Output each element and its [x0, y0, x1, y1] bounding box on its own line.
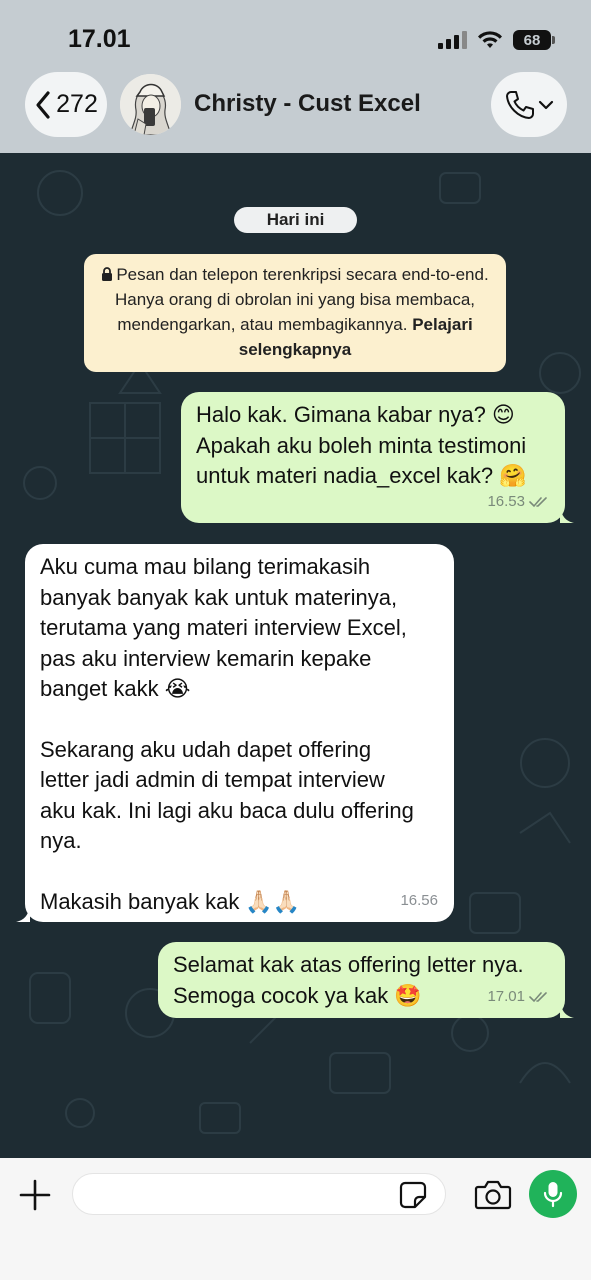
double-check-icon [529, 991, 547, 1002]
message-meta: 16.56 [400, 886, 438, 917]
cellular-signal-icon [438, 31, 467, 49]
date-divider: Hari ini [234, 207, 357, 233]
sticker-icon[interactable] [398, 1180, 428, 1210]
message-line [40, 705, 439, 735]
message-bubble-outgoing[interactable]: Halo kak. Gimana kabar nya? 😊 Apakah aku… [181, 392, 574, 523]
wifi-icon [478, 31, 502, 48]
contact-name[interactable]: Christy - Cust Excel [194, 90, 421, 118]
status-icons: 68 [438, 28, 555, 52]
message-line: Aku cuma mau bilang terimakasih [40, 554, 371, 579]
avatar-image [120, 74, 181, 135]
back-button[interactable]: 272 [25, 72, 107, 137]
message-time: 16.53 [487, 492, 525, 510]
plus-icon[interactable] [18, 1178, 52, 1212]
chevron-left-icon [36, 90, 50, 119]
phone-icon [506, 90, 534, 119]
chat-area[interactable]: Hari ini Pesan dan telepon terenkripsi s… [0, 153, 591, 1158]
chevron-down-icon [538, 100, 554, 109]
bubble-tail [560, 507, 574, 523]
message-line: terutama yang materi interview Excel, [40, 615, 407, 640]
message-line: Sekarang aku udah dapet offering [40, 736, 372, 762]
message-line: banyak banyak kak untuk materinya, [40, 584, 398, 610]
message-line: Halo kak. Gimana kabar nya? 😊 [196, 402, 515, 427]
message-line: Makasih banyak kak 🙏🏻🙏🏻 [40, 888, 301, 914]
battery-indicator: 68 [513, 30, 555, 50]
unread-count: 272 [56, 90, 98, 118]
message-line: aku kak. Ini lagi aku baca dulu offering [40, 797, 414, 823]
message-line [40, 857, 439, 887]
input-bar [0, 1158, 591, 1280]
lock-icon [102, 267, 113, 281]
message-line: Selamat kak atas offering letter nya. [173, 952, 524, 977]
bubble-tail [560, 1002, 574, 1018]
message-line: pas aku interview kemarin kepake [40, 645, 372, 671]
avatar[interactable] [120, 74, 181, 135]
mic-icon [543, 1182, 563, 1208]
bubble-tail [16, 906, 30, 922]
double-check-icon [529, 496, 547, 507]
message-bubble-outgoing[interactable]: Selamat kak atas offering letter nya. Se… [158, 942, 574, 1018]
message-line: nya. [40, 828, 82, 853]
message-line: Apakah aku boleh minta testimoni [196, 432, 527, 458]
message-time: 16.56 [400, 891, 438, 909]
encryption-notice[interactable]: Pesan dan telepon terenkripsi secara end… [84, 254, 506, 372]
message-meta: 17.01 [487, 982, 549, 1013]
message-meta: 16.53 [487, 487, 549, 518]
call-button[interactable] [491, 72, 567, 137]
camera-icon[interactable] [474, 1178, 512, 1212]
message-line: banget kakk 😭 [40, 676, 191, 701]
message-input[interactable] [72, 1173, 446, 1215]
status-time: 17.01 [68, 25, 131, 53]
chat-header: 17.01 68 272 Christy - Cust Excel [0, 0, 591, 153]
message-line: letter jadi admin di tempat interview [40, 767, 385, 792]
message-bubble-incoming[interactable]: Aku cuma mau bilang terimakasih banyak b… [16, 544, 454, 922]
mic-button[interactable] [529, 1170, 577, 1218]
message-time: 17.01 [487, 987, 525, 1005]
